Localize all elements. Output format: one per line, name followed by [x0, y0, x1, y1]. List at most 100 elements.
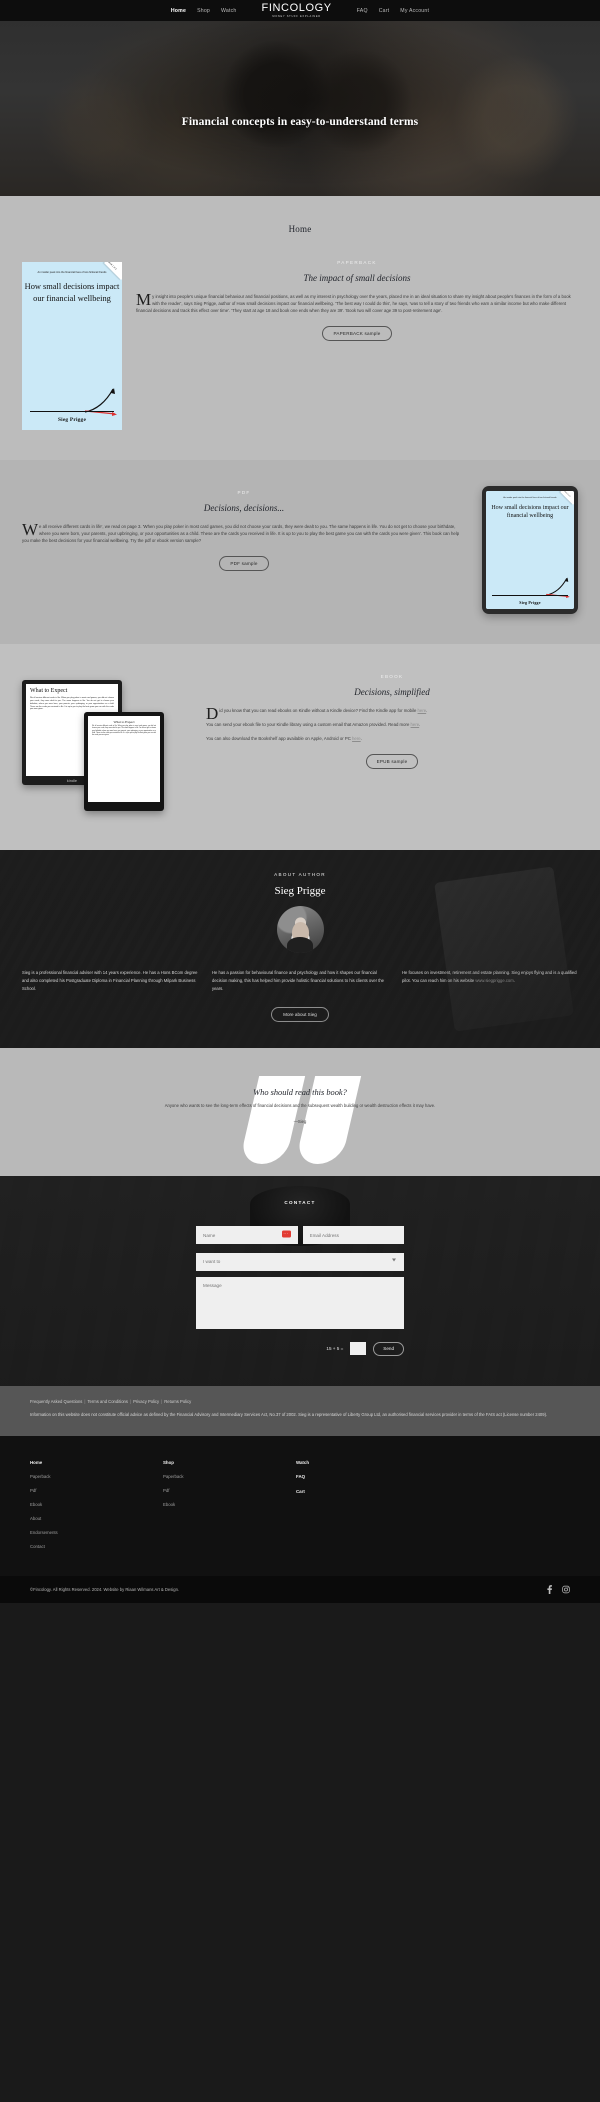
paperback-dropcap: M [136, 290, 152, 309]
quote-body: Anyone who wants to see the long-term ef… [164, 1102, 436, 1108]
site-logo[interactable]: FINCOLOGY MONEY STUFF EXPLAINED [262, 3, 332, 19]
ebook-section: What to Expect We all receive different … [0, 644, 600, 850]
name-field-badge-icon: ··· [281, 1230, 291, 1238]
contact-eyebrow: CONTACT [284, 1199, 316, 1205]
ebook-para1-text: id you know that you can read ebooks on … [219, 708, 418, 713]
facebook-icon[interactable] [546, 1584, 553, 1594]
pdf-section: PDF Decisions, decisions... We all recei… [0, 460, 600, 644]
pdf-eyebrow: PDF [237, 490, 251, 495]
nav-link-my-account[interactable]: My Account [400, 8, 429, 14]
ebook-link-2[interactable]: here [411, 722, 420, 727]
captcha-input[interactable] [350, 1342, 367, 1356]
paperback-section: Home Book 1 of 2 An insider peek into th… [0, 196, 600, 460]
pdf-sample-button[interactable]: PDF sample [219, 556, 269, 572]
contact-form: ··· 15 + 5 = Send [196, 1224, 404, 1356]
top-navigation-bar: Home Shop Watch FINCOLOGY MONEY STUFF EX… [0, 0, 600, 21]
pdf-title: Decisions, decisions... [203, 503, 285, 513]
instagram-icon[interactable] [562, 1585, 570, 1594]
footer-col2-title[interactable]: Shop [163, 1460, 296, 1465]
author-avatar [276, 906, 324, 953]
footer-shop-link-ebook[interactable]: Ebook [163, 1502, 296, 1507]
ebook-link-3[interactable]: here [352, 736, 361, 741]
kindle-excerpt-heading: What to Expect [30, 688, 68, 694]
author-bio-col-3-text: He focuses on investment, retirement and… [402, 970, 577, 983]
tablet-device-mockup: Book 1 of 2 An insider peek into the fin… [482, 486, 578, 614]
footer-link-cart[interactable]: Cart [296, 1489, 429, 1494]
ereader-mockups: What to Expect We all receive different … [22, 670, 192, 820]
ebook-paragraph-3: You can also download the Bookshelf app … [206, 736, 362, 742]
footer-col1-title[interactable]: Home [30, 1460, 163, 1465]
pdf-body-text: e all receive different cards in life', … [22, 524, 460, 544]
social-links [546, 1584, 570, 1594]
tablet-book-rule [492, 595, 568, 596]
legal-link-terms[interactable]: Terms and Conditions [87, 1399, 128, 1404]
more-about-sieg-button[interactable]: More about Sieg [271, 1006, 329, 1022]
site-footer: Home Paperback Pdf Ebook About Endorseme… [0, 1435, 600, 1576]
author-website-link[interactable]: www.siegprigge.com [475, 978, 513, 983]
kindle-excerpt-text: We all receive different cards in life. … [30, 697, 114, 711]
legal-link-faq[interactable]: Frequently Asked Questions [30, 1399, 82, 1404]
paperback-eyebrow: PAPERBACK [337, 260, 377, 265]
ebook-dropcap: D [206, 704, 219, 723]
author-bio-col-3-end: . [513, 977, 515, 983]
paperback-copy-block: PAPERBACK The impact of small decisions … [136, 256, 578, 342]
kindle-device-small: What to Expect We all receive different … [84, 712, 164, 811]
nav-link-home[interactable]: Home [171, 8, 186, 14]
legal-link-returns[interactable]: Returns Policy [164, 1399, 191, 1404]
footer-link-endorsements[interactable]: Endorsements [30, 1530, 163, 1535]
contact-section: CONTACT ··· 15 + 5 = Send [0, 1176, 600, 1386]
quote-title: Who should read this book? [253, 1087, 347, 1097]
about-author-section: ABOUT AUTHOR Sieg Prigge Sieg is a profe… [0, 850, 600, 1048]
footer-link-faq[interactable]: FAQ [296, 1474, 429, 1479]
ebook-paragraph-1: Did you know that you can read ebooks on… [206, 704, 428, 723]
nav-link-faq[interactable]: FAQ [357, 8, 368, 14]
book-cover-author: Sieg Prigge [57, 417, 87, 423]
kindle-small-text: We all receive different cards in life. … [92, 726, 156, 736]
copyright-text: ©Fincology. All Rights Reserved. 2024. W… [30, 1586, 180, 1592]
ebook-para3-text: You can also download the Bookshelf app … [206, 736, 353, 742]
quote-section: Who should read this book? Anyone who wa… [0, 1047, 600, 1176]
footer-link-contact[interactable]: Contact [30, 1544, 163, 1549]
ebook-copy-block: EBOOK Decisions, simplified Did you know… [206, 670, 578, 770]
captcha-label: 15 + 5 = [326, 1346, 344, 1352]
nav-link-cart[interactable]: Cart [379, 8, 390, 14]
author-bio-col-3: He focuses on investment, retirement and… [402, 969, 578, 993]
footer-link-about[interactable]: About [30, 1516, 163, 1521]
footer-column-watch: Watch FAQ Cart [296, 1460, 429, 1558]
quote-attribution: —Sieg [293, 1118, 307, 1124]
legal-link-privacy[interactable]: Privacy Policy [133, 1399, 159, 1404]
nav-link-shop[interactable]: Shop [197, 8, 210, 14]
hero-banner: Financial concepts in easy-to-understand… [0, 21, 600, 196]
logo-tagline: MONEY STUFF EXPLAINED [272, 15, 321, 18]
footer-link-ebook[interactable]: Ebook [30, 1502, 163, 1507]
intent-select[interactable] [196, 1252, 404, 1271]
tablet-book-title: How small decisions impact our financial… [491, 504, 569, 520]
pdf-body: We all receive different cards in life',… [22, 520, 466, 544]
paperback-title: The impact of small decisions [303, 273, 411, 283]
email-input[interactable] [302, 1226, 404, 1245]
kindle-small-heading: What to Expect [113, 720, 135, 724]
pdf-copy-block: PDF Decisions, decisions... We all recei… [22, 486, 466, 572]
author-eyebrow: ABOUT AUTHOR [274, 872, 326, 877]
hero-title: Financial concepts in easy-to-understand… [181, 116, 419, 128]
author-name: Sieg Prigge [274, 885, 326, 897]
footer-shop-link-pdf[interactable]: Pdf [163, 1488, 296, 1493]
ebook-link-1[interactable]: here [418, 708, 427, 713]
chevron-down-icon[interactable] [392, 1258, 396, 1262]
send-button[interactable]: Send [373, 1341, 404, 1356]
footer-link-paperback[interactable]: Paperback [30, 1474, 163, 1479]
author-bio-columns: Sieg is a professional financial adviser… [22, 969, 578, 993]
pdf-dropcap: W [22, 520, 39, 539]
book-cover-rule [30, 411, 114, 412]
author-bio-col-1: Sieg is a professional financial adviser… [22, 970, 198, 991]
paperback-body: My insight into people's unique financia… [136, 290, 578, 314]
author-bio-col-2: He has a passion for behavioural finance… [212, 970, 385, 991]
ebook-para2-text: You can send your ebook file to your Kin… [206, 722, 411, 728]
message-textarea[interactable] [196, 1276, 404, 1329]
footer-col3-title[interactable]: Watch [296, 1460, 429, 1465]
nav-link-watch[interactable]: Watch [221, 8, 237, 14]
footer-link-pdf[interactable]: Pdf [30, 1488, 163, 1493]
paperback-sample-button[interactable]: PAPERBACK sample [322, 326, 392, 342]
epub-sample-button[interactable]: EPUB sample [365, 754, 419, 770]
footer-shop-link-paperback[interactable]: Paperback [163, 1474, 296, 1479]
